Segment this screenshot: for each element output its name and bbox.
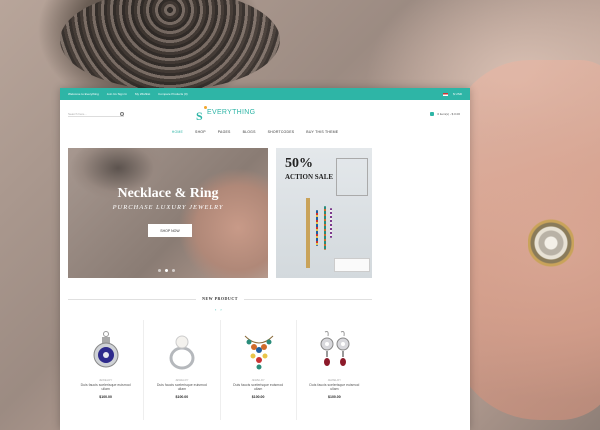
product-category: JEWELRY (175, 378, 189, 382)
ring-image (169, 335, 195, 370)
product-card[interactable]: JEWELRY Duis faucis scelerisque euismod … (221, 320, 297, 420)
slider-dots (158, 269, 175, 272)
currency-switcher[interactable]: $ USD (443, 88, 462, 100)
product-price: $100.00 (251, 395, 265, 399)
prev-arrow-icon[interactable]: ‹ (215, 307, 216, 312)
product-name[interactable]: Duis faucis scelerisque euismod ullam (231, 383, 286, 391)
sale-percent: 50% (285, 156, 313, 171)
bead-strand (330, 208, 332, 238)
product-grid: JEWELRY Duis faucis scelerisque euismod … (68, 320, 372, 420)
welcome-link[interactable]: Welcome to Everything (68, 88, 99, 100)
product-category: JEWELRY (251, 378, 265, 382)
logo-text: EVERYTHING (207, 109, 256, 116)
next-arrow-icon[interactable]: › (220, 307, 221, 312)
wishlist-link[interactable]: My Wishlist (135, 88, 150, 100)
product-card[interactable]: JEWELRY Duis faucis scelerisque euismod … (68, 320, 145, 420)
logo-letter: S (196, 109, 203, 123)
jewelry-stand (306, 198, 310, 268)
mini-cart[interactable]: 0 item(s) - $ 0.00 (430, 112, 460, 116)
website-mockup: Welcome to Everything Join Us Sign In My… (60, 88, 470, 430)
background-ring (528, 215, 574, 271)
join-signin-link[interactable]: Join Us Sign In (107, 88, 127, 100)
product-price: $100.00 (328, 395, 341, 399)
picture-frame (336, 158, 368, 196)
currency-label: $ USD (453, 92, 462, 96)
nav-buy-theme[interactable]: BUY THIS THEME (306, 130, 338, 134)
product-name[interactable]: Duis faucis scelerisque euismod ullam (307, 383, 362, 391)
banner-title: Necklace & Ring (117, 186, 219, 201)
product-name[interactable]: Duis faucis scelerisque euismod ullam (78, 383, 133, 391)
nav-home[interactable]: HOME (172, 130, 183, 134)
top-bar: Welcome to Everything Join Us Sign In My… (60, 88, 470, 100)
nav-blogs[interactable]: BLOGS (243, 130, 256, 134)
product-card[interactable]: JEWELRY Duis faucis scelerisque euismod … (297, 320, 372, 420)
top-links: Welcome to Everything Join Us Sign In My… (68, 88, 188, 100)
header: Search here... S EVERYTHING 0 item(s) - … (60, 100, 470, 126)
bead-strand (316, 210, 318, 246)
cart-summary: 0 item(s) - $ 0.00 (437, 112, 460, 116)
slider-dot[interactable] (158, 269, 161, 272)
flag-icon (443, 92, 449, 96)
sale-banner[interactable]: 50% ACTION SALE (276, 148, 372, 278)
search-placeholder: Search here... (68, 111, 87, 116)
cart-icon (430, 112, 435, 116)
hero-banner: Necklace & Ring PURCHASE LUXURY JEWELRY … (68, 148, 268, 278)
section-divider-right (244, 299, 372, 300)
shop-now-button[interactable]: SHOP NOW (148, 224, 192, 237)
compare-link[interactable]: Compare Products (0) (158, 88, 188, 100)
nav-pages[interactable]: PAGES (218, 130, 231, 134)
background-hand (450, 60, 600, 420)
product-card[interactable]: JEWELRY Duis faucis scelerisque euismod … (144, 320, 221, 420)
necklace-image (244, 335, 273, 370)
jewelry-tray (334, 258, 370, 272)
banner-subtitle: PURCHASE LUXURY JEWELRY (112, 204, 224, 211)
product-price: $100.00 (175, 395, 189, 399)
product-category: JEWELRY (99, 378, 113, 382)
nav-shortcodes[interactable]: SHORTCODES (268, 130, 295, 134)
search-icon[interactable] (120, 111, 124, 116)
main-nav: HOME SHOP PAGES BLOGS SHORTCODES BUY THI… (60, 126, 470, 138)
pendant-image (93, 331, 119, 368)
search-input[interactable]: Search here... (68, 111, 124, 117)
product-category: JEWELRY (327, 378, 341, 382)
site-logo[interactable]: S EVERYTHING (196, 106, 256, 122)
product-price: $100.00 (99, 395, 112, 399)
nav-shop[interactable]: SHOP (195, 130, 206, 134)
slider-dot-active[interactable] (165, 269, 168, 272)
earrings-image (320, 331, 350, 366)
product-name[interactable]: Duis faucis scelerisque euismod ullam (154, 383, 209, 391)
slider-dot[interactable] (172, 269, 175, 272)
logo-dot (204, 106, 207, 109)
sale-label: ACTION SALE (285, 173, 334, 181)
carousel-arrows: ‹ › (215, 307, 222, 312)
bead-strand (324, 206, 326, 250)
logo-mark: S (196, 106, 207, 122)
